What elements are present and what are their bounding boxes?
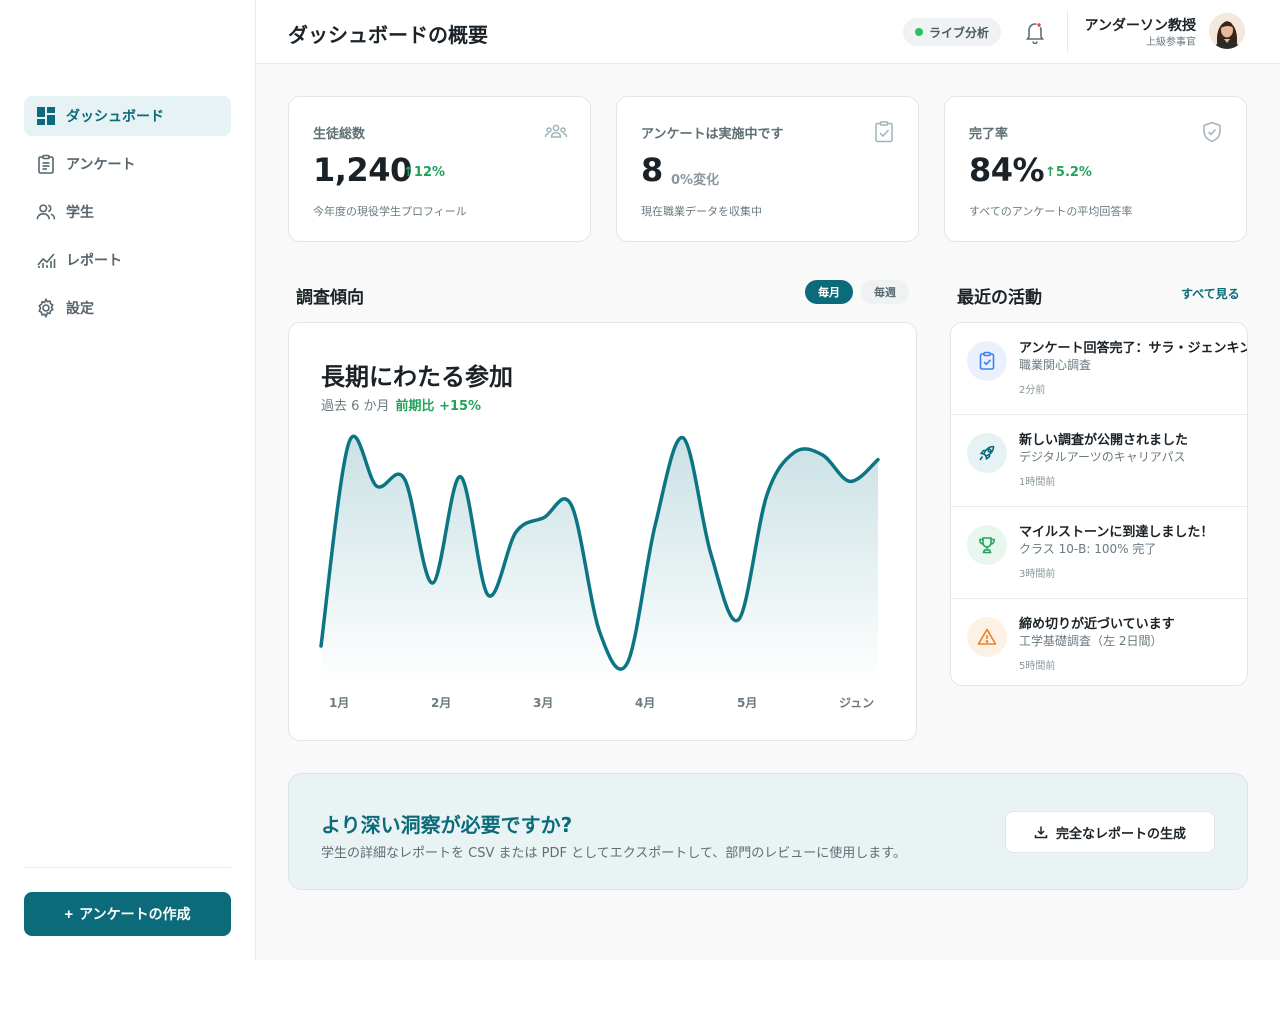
kpi-change-value: 0%変化 [671,173,720,188]
kpi-change: ↑12% [403,165,445,180]
activity-subtitle: 職業関心調査 [1019,358,1092,372]
activity-time: 5時間前 [1019,661,1056,672]
kpi-card-active-surveys: アンケートは実施中です 8 0%変化 現在職業データを収集中 [616,96,919,242]
generate-report-button[interactable]: 完全なレポートの生成 [1005,811,1215,853]
kpi-change: ↑5.2% [1045,165,1092,180]
activity-subtitle: クラス 10-B: 100% 完了 [1019,542,1157,556]
activity-item[interactable]: 締め切りが近づいています 工学基礎調査（左 2日間） 5時間前 [951,599,1247,685]
sidebar-item-label: アンケート [66,157,136,173]
view-all-link[interactable]: すべて見る [1181,285,1240,302]
kpi-change-value: 12% [413,165,446,180]
trend-up-icon: ↑ [403,165,414,180]
sidebar: ダッシュボード アンケート 学生 レポート 設定 + アンケートの作成 [0,0,256,960]
chart-title: 長期にわたる参加 [321,363,513,391]
trend-up-icon: ↑ [1045,165,1056,180]
user-name: アンダーソン教授 [1084,18,1196,34]
avatar[interactable] [1209,13,1245,49]
notification-bell-icon[interactable] [1024,20,1046,45]
activity-item[interactable]: アンケート回答完了：サラ・ジェンキンス 職業関心調査 2分前 [951,323,1248,415]
shield-check-icon [1200,121,1224,143]
clipboard-icon [36,154,56,174]
sidebar-divider [24,867,231,868]
checked-clipboard-icon [967,341,1007,381]
sidebar-item-label: レポート [66,253,122,269]
kpi-subtitle: すべてのアンケートの平均回答率 [969,205,1133,218]
activity-time: 2分前 [1019,385,1046,396]
x-tick-label: 1月 [329,696,350,710]
kpi-card-total-students: 生徒総数 1,240 ↑12% 今年度の現役学生プロフィール [288,96,591,242]
generate-report-label: 完全なレポートの生成 [1055,825,1186,841]
live-status-dot [915,28,923,36]
sidebar-item-students[interactable]: 学生 [24,192,231,232]
checked-clipboard-icon [872,121,896,143]
cta-title: より深い洞察が必要ですか? [321,813,573,837]
top-header: ダッシュボードの概要 ライブ分析 アンダーソン教授 上級参事官 [256,0,1280,64]
plus-icon: + [64,905,74,923]
users-icon [36,202,56,222]
header-divider [1067,10,1068,52]
chart-subtitle: 過去 6 か月 前期比 +15% [321,395,481,414]
sidebar-item-label: 設定 [66,301,94,317]
live-analytics-badge: ライブ分析 [903,18,1002,46]
main-content: ダッシュボードの概要 ライブ分析 アンダーソン教授 上級参事官 生徒総数 1,2… [256,0,1280,960]
chart-period: 過去 6 か月 [321,399,390,414]
kpi-subtitle: 今年度の現役学生プロフィール [313,205,467,218]
kpi-value: 1,240 [313,151,412,189]
activity-title: 締め切りが近づいています [1019,617,1175,632]
trophy-icon [967,525,1007,565]
analytics-icon [36,250,56,270]
kpi-label: 生徒総数 [313,127,366,142]
page-title: ダッシュボードの概要 [288,23,488,47]
cta-subtitle: 学生の詳細なレポートを CSV または PDF としてエクスポートして、部門のレ… [321,846,906,861]
warning-icon [967,617,1007,657]
activity-title: アンケート回答完了：サラ・ジェンキンス [1019,341,1248,356]
export-cta-banner: より深い洞察が必要ですか? 学生の詳細なレポートを CSV または PDF とし… [288,773,1248,890]
download-icon [1034,826,1048,839]
x-tick-label: ジュン [839,696,875,710]
recent-activity-list: アンケート回答完了：サラ・ジェンキンス 職業関心調査 2分前 新しい調査が公開さ… [950,322,1248,686]
sidebar-item-label: ダッシュボード [66,109,164,125]
kpi-value: 8 [641,151,663,189]
live-analytics-label: ライブ分析 [929,25,990,40]
dashboard-icon [36,106,56,126]
chart-area-fill [321,436,878,683]
engagement-chart-card: 長期にわたる参加 過去 6 か月 前期比 +15% 1月 2月 3月 4月 5月 … [288,322,917,741]
rocket-icon [967,433,1007,473]
kpi-subtitle: 現在職業データを収集中 [641,205,762,218]
create-survey-button[interactable]: + アンケートの作成 [24,892,231,936]
activity-title: 最近の活動 [957,288,1042,308]
kpi-card-completion-rate: 完了率 84% ↑5.2% すべてのアンケートの平均回答率 [944,96,1247,242]
sidebar-item-reports[interactable]: レポート [24,240,231,280]
sidebar-item-dashboard[interactable]: ダッシュボード [24,96,231,136]
x-tick-label: 2月 [431,696,452,710]
activity-title: マイルストーンに到達しました！ [1019,525,1214,540]
activity-title: 新しい調査が公開されました [1019,433,1189,448]
sidebar-nav: ダッシュボード アンケート 学生 レポート 設定 [24,96,231,336]
x-tick-label: 3月 [533,696,554,710]
kpi-value: 84% [969,151,1045,189]
kpi-change-value: 5.2% [1055,165,1092,180]
user-role: 上級参事官 [1146,37,1196,48]
group-icon [544,121,568,143]
toggle-weekly[interactable]: 毎週 [861,280,909,304]
activity-time: 3時間前 [1019,569,1056,580]
activity-item[interactable]: 新しい調査が公開されました デジタルアーツのキャリアパス 1時間前 [951,415,1247,507]
kpi-label: アンケートは実施中です [641,127,784,142]
create-survey-label: アンケートの作成 [79,906,191,922]
sidebar-item-label: 学生 [66,205,94,221]
x-tick-label: 4月 [635,696,656,710]
gear-icon [36,298,56,318]
x-tick-label: 5月 [737,696,758,710]
activity-item[interactable]: マイルストーンに到達しました！ クラス 10-B: 100% 完了 3時間前 [951,507,1247,599]
sidebar-item-settings[interactable]: 設定 [24,288,231,328]
toggle-monthly[interactable]: 毎月 [805,280,853,304]
chart-growth: 前期比 +15% [395,399,482,414]
activity-subtitle: デジタルアーツのキャリアパス [1019,450,1186,464]
kpi-label: 完了率 [969,127,1009,142]
sidebar-item-surveys[interactable]: アンケート [24,144,231,184]
activity-time: 1時間前 [1019,477,1056,488]
trends-title: 調査傾向 [296,288,364,308]
activity-subtitle: 工学基礎調査（左 2日間） [1019,634,1163,648]
